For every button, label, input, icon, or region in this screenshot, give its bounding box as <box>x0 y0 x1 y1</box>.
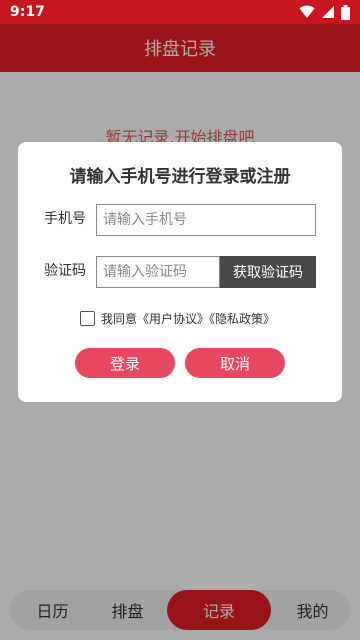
get-code-button[interactable]: 获取验证码 <box>220 256 316 288</box>
cancel-button[interactable]: 取消 <box>185 348 285 378</box>
status-icons <box>299 4 350 20</box>
code-input[interactable] <box>96 256 220 288</box>
code-label: 验证码 <box>44 263 86 279</box>
login-dialog: 请输入手机号进行登录或注册 手机号 验证码 获取验证码 我同意《用户协议》《隐私… <box>18 142 342 402</box>
dialog-title: 请输入手机号进行登录或注册 <box>69 167 291 187</box>
wifi-icon <box>299 5 315 18</box>
phone-input[interactable] <box>96 204 316 236</box>
agreement-row: 我同意《用户协议》《隐私政策》 <box>80 310 275 327</box>
screen: 9:17 排盘记录 暂无记录,开始排盘吧 日历 排盘 记录 我的 请输入手机号进… <box>0 0 360 640</box>
agreement-text[interactable]: 我同意《用户协议》《隐私政策》 <box>101 310 275 327</box>
agree-checkbox[interactable] <box>80 311 95 326</box>
phone-label: 手机号 <box>44 211 86 227</box>
status-bar: 9:17 <box>0 0 360 24</box>
status-time: 9:17 <box>10 4 45 20</box>
login-button[interactable]: 登录 <box>75 348 175 378</box>
signal-icon <box>322 6 334 18</box>
battery-icon <box>341 4 350 20</box>
